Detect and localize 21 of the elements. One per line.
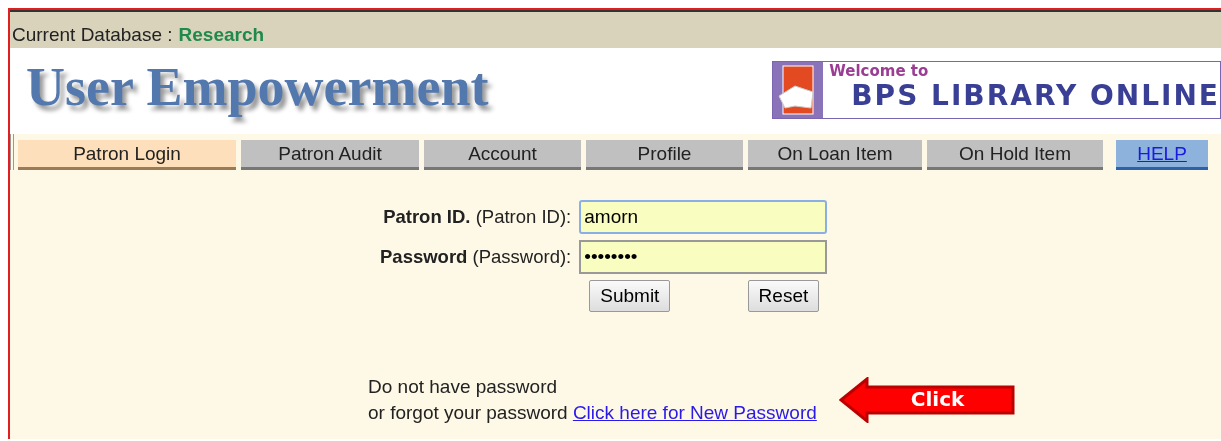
new-password-link[interactable]: Click here for New Password xyxy=(572,402,817,423)
nav-tab[interactable]: Patron Audit xyxy=(241,140,419,170)
form-button[interactable]: Reset xyxy=(747,280,820,312)
nav-tab[interactable]: On Loan Item xyxy=(748,140,922,170)
banner-name: BPS LIBRARY ONLINE xyxy=(850,80,1220,112)
banner-welcome: Welcome to xyxy=(829,62,930,80)
database-name: Research xyxy=(178,24,265,46)
nav-tab[interactable]: Patron Login xyxy=(18,140,236,170)
site-title: User Empowerment xyxy=(26,56,489,118)
nav-tab[interactable]: Profile xyxy=(586,140,743,170)
current-database-label: Current Database : xyxy=(12,24,173,46)
nav-tab[interactable]: On Hold Item xyxy=(927,140,1103,170)
password-note: Do not have password or forgot your password Click here for New Password xyxy=(368,375,817,425)
nav-tab[interactable]: Account xyxy=(424,140,581,170)
input-field[interactable]: amorn xyxy=(579,200,828,234)
field-label: Password (Password): xyxy=(380,246,572,268)
field-label: Patron ID. (Patron ID): xyxy=(383,206,572,228)
help-link[interactable]: HELP xyxy=(1116,140,1208,170)
input-field[interactable]: •••••••• xyxy=(579,240,828,274)
form-button[interactable]: Submit xyxy=(589,280,671,312)
click-arrow: Click xyxy=(838,377,1015,423)
